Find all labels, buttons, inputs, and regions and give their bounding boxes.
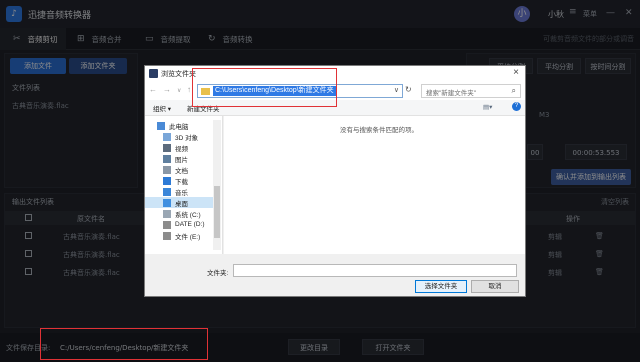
horizontal-scrollbar[interactable] [145, 254, 525, 262]
download-icon [163, 176, 171, 185]
tree-label: 桌面 [175, 200, 188, 208]
back-arrow-icon[interactable]: ← [149, 85, 157, 94]
document-icon [163, 165, 171, 174]
tree-label: 音乐 [175, 189, 188, 197]
drive-icon [163, 231, 171, 240]
folder-content-pane: 没有与搜索条件匹配的项。 [224, 116, 525, 254]
organize-menu[interactable]: 组织 ▾ [153, 103, 171, 113]
chevron-down-icon[interactable]: ∨ [394, 86, 399, 94]
forward-arrow-icon[interactable]: → [163, 85, 171, 94]
tree-label: 文件 (E:) [175, 233, 201, 241]
tree-item-desktop[interactable]: 桌面 [145, 197, 213, 208]
search-icon: ⌕ [511, 86, 516, 95]
drive-icon [163, 209, 171, 218]
tree-item-music[interactable]: 音乐 [145, 186, 213, 197]
tree-item-documents[interactable]: 文档 [145, 164, 213, 175]
music-icon [163, 187, 171, 196]
tree-label: 下载 [175, 178, 188, 186]
tree-label: 此电脑 [169, 123, 189, 131]
tree-item-this-pc[interactable]: 此电脑 [145, 120, 213, 131]
up-arrow-icon[interactable]: ↑ [187, 85, 191, 94]
video-icon [163, 143, 171, 152]
search-placeholder: 搜索"新建文件夹" [426, 90, 477, 97]
tree-item-drive-c[interactable]: 系统 (C:) [145, 208, 213, 219]
tree-item-drive-e[interactable]: 文件 (E:) [145, 230, 213, 241]
dialog-title: 浏览文件夹 [161, 71, 196, 78]
tree-item-3d-objects[interactable]: 3D 对象 [145, 131, 213, 142]
tree-label: 系统 (C:) [175, 211, 201, 219]
empty-message: 没有与搜索条件匹配的项。 [340, 127, 418, 134]
chevron-down-icon[interactable]: ∨ [177, 87, 181, 94]
help-icon[interactable]: ? [512, 102, 521, 111]
close-icon[interactable]: × [513, 67, 519, 78]
select-folder-button[interactable]: 选择文件夹 [415, 280, 467, 293]
save-path-highlight-box [40, 328, 208, 360]
tree-item-drive-d[interactable]: DATE (D:) [145, 219, 213, 230]
tree-label: DATE (D:) [175, 221, 205, 228]
refresh-icon[interactable]: ↻ [405, 85, 412, 94]
view-options-icon[interactable]: ▤▾ [483, 103, 492, 111]
tree-item-downloads[interactable]: 下载 [145, 175, 213, 186]
computer-icon [157, 121, 165, 130]
tree-scrollbar[interactable] [213, 120, 221, 250]
dialog-footer: 文件夹: 选择文件夹 取消 [145, 262, 525, 296]
tree-label: 文档 [175, 167, 188, 175]
cube-icon [163, 132, 171, 141]
search-input[interactable]: 搜索"新建文件夹" ⌕ [421, 84, 521, 98]
picture-icon [163, 154, 171, 163]
cancel-button[interactable]: 取消 [471, 280, 519, 293]
folder-tree: 此电脑 3D 对象 视频 图片 文档 下载 音乐 桌面 系统 (C:) DATE… [145, 116, 223, 254]
tree-item-pictures[interactable]: 图片 [145, 153, 213, 164]
address-highlight-box [192, 68, 337, 107]
tree-label: 图片 [175, 156, 188, 164]
drive-icon [163, 220, 171, 229]
tree-item-videos[interactable]: 视频 [145, 142, 213, 153]
desktop-icon [163, 198, 171, 207]
dialog-app-icon [149, 69, 158, 78]
tree-label: 3D 对象 [175, 134, 199, 142]
scroll-thumb[interactable] [214, 186, 220, 238]
folder-field-label: 文件夹: [207, 270, 229, 277]
folder-name-input[interactable] [233, 264, 517, 277]
tree-label: 视频 [175, 145, 188, 153]
